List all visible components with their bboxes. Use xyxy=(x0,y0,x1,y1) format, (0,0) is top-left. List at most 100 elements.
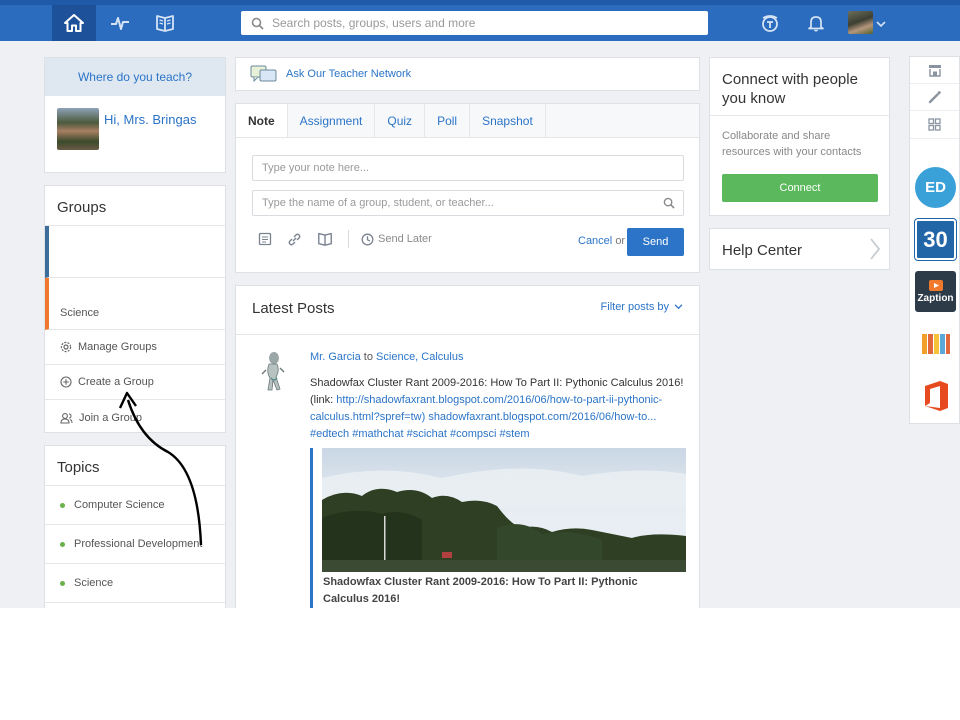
filter-posts-dropdown[interactable]: Filter posts by xyxy=(601,301,683,313)
connect-title: Connect with people you know xyxy=(710,58,889,116)
group-name: Science xyxy=(60,307,100,319)
help-center-label: Help Center xyxy=(722,241,803,259)
topics-title: Topics xyxy=(45,446,225,486)
library-nav-button[interactable] xyxy=(143,5,187,41)
topic-item[interactable]: Science xyxy=(45,564,225,603)
manage-groups-link[interactable]: Manage Groups xyxy=(45,330,225,365)
notifications-nav-button[interactable] xyxy=(794,5,838,41)
create-group-link[interactable]: Create a Group xyxy=(45,365,225,400)
help-center-card[interactable]: Help Center xyxy=(709,228,890,270)
wrench-icon xyxy=(928,91,941,104)
or-text: or xyxy=(615,235,626,247)
group-item-science[interactable]: Science xyxy=(45,278,225,330)
where-do-you-teach-link[interactable]: Where do you teach? xyxy=(45,58,225,96)
topic-label: Science xyxy=(74,577,114,589)
topic-item[interactable]: Professional Development xyxy=(45,525,225,564)
connect-button[interactable]: Connect xyxy=(722,174,878,202)
connect-card: Connect with people you know Collaborate… xyxy=(709,57,890,216)
note-input[interactable]: Type your note here... xyxy=(252,155,684,181)
composer-tabs: Note Assignment Quiz Poll Snapshot xyxy=(236,104,699,138)
post-short-url-link[interactable]: shadowfaxrant.blogspot.com/2016/06/how-t… xyxy=(428,411,656,423)
tab-note[interactable]: Note xyxy=(236,104,288,137)
post-to-text: to xyxy=(363,351,373,363)
topic-bullet xyxy=(60,502,65,508)
plus-circle-icon xyxy=(60,376,72,388)
topic-bullet xyxy=(60,541,65,547)
group-item-blue[interactable] xyxy=(45,226,225,278)
send-later-button[interactable]: Send Later xyxy=(361,233,432,246)
search-input[interactable] xyxy=(272,16,692,30)
profile-avatar[interactable] xyxy=(57,108,99,150)
clock-icon xyxy=(361,233,374,245)
books-app-icon[interactable] xyxy=(915,323,956,364)
app-screen: Where do you teach? Hi, Mrs. Bringas Gro… xyxy=(0,0,960,608)
edpuzzle-app-icon[interactable]: ED xyxy=(915,167,956,208)
latest-posts-card: Latest Posts Filter posts by Mr. Garcia … xyxy=(235,285,700,608)
topic-label: Professional Development xyxy=(74,538,203,550)
tab-quiz[interactable]: Quiz xyxy=(375,104,426,137)
help-center-link[interactable]: Help Center xyxy=(710,229,889,271)
post-groups-link[interactable]: Science, Calculus xyxy=(376,351,463,363)
latest-posts-title: Latest Posts xyxy=(252,300,335,317)
top-nav-bar xyxy=(0,0,960,41)
preview-image[interactable] xyxy=(322,448,686,572)
books-icon xyxy=(921,333,950,354)
chat-bubbles-icon xyxy=(250,65,277,83)
toolbar-divider xyxy=(348,230,349,248)
activity-nav-button[interactable] xyxy=(98,5,142,41)
zaption-app-icon[interactable]: Zaption xyxy=(915,271,956,312)
30-hands-app-label: 30 xyxy=(923,226,948,252)
home-nav-button[interactable] xyxy=(52,5,96,41)
topics-card: Topics Computer Science Professional Dev… xyxy=(44,445,226,608)
chevron-down-icon xyxy=(674,304,683,310)
backpack-nav-button[interactable] xyxy=(748,5,792,41)
author-avatar[interactable] xyxy=(258,350,288,394)
filter-posts-label: Filter posts by xyxy=(600,301,669,313)
chevron-right-icon xyxy=(870,238,881,260)
file-icon[interactable] xyxy=(258,232,272,246)
30-hands-app-icon[interactable]: 30 xyxy=(914,218,957,261)
post-author-link[interactable]: Mr. Garcia xyxy=(310,351,361,363)
chevron-down-icon[interactable] xyxy=(876,17,886,31)
topic-bullet xyxy=(60,580,65,586)
search-icon xyxy=(251,17,264,30)
home-icon xyxy=(64,14,84,32)
users-icon xyxy=(60,412,73,424)
create-group-label: Create a Group xyxy=(78,376,154,388)
send-later-label: Send Later xyxy=(378,233,432,245)
tab-poll[interactable]: Poll xyxy=(425,104,471,137)
teacher-network-card: Ask Our Teacher Network xyxy=(235,57,700,91)
office-app-icon[interactable] xyxy=(915,375,956,416)
preview-title-link[interactable]: Shadowfax Cluster Rant 2009-2016: How To… xyxy=(323,574,685,608)
cancel-button[interactable]: Cancel xyxy=(578,235,612,247)
greeting-link[interactable]: Hi, Mrs. Bringas xyxy=(104,112,196,150)
bell-icon xyxy=(808,16,824,32)
tab-assignment[interactable]: Assignment xyxy=(288,104,376,137)
post-hashtags[interactable]: #edtech #mathchat #scichat #compsci #ste… xyxy=(310,426,686,443)
ask-teacher-network-link[interactable]: Ask Our Teacher Network xyxy=(236,58,699,90)
composer-toolbar: Send Later xyxy=(258,230,432,248)
post-header: Mr. Garcia to Science, Calculus xyxy=(310,351,463,363)
app-store-button[interactable] xyxy=(910,57,959,84)
composer-card: Note Assignment Quiz Poll Snapshot Type … xyxy=(235,103,700,273)
library-icon[interactable] xyxy=(317,232,333,246)
backpack-icon xyxy=(762,15,778,32)
app-rail: ED 30 Zaption xyxy=(909,56,960,424)
tab-snapshot[interactable]: Snapshot xyxy=(470,104,546,137)
manage-groups-label: Manage Groups xyxy=(78,341,157,353)
cancel-area: Cancel or xyxy=(578,235,625,247)
tools-button[interactable] xyxy=(910,84,959,111)
send-button[interactable]: Send xyxy=(627,228,684,256)
office-icon xyxy=(924,380,948,411)
user-avatar-menu[interactable] xyxy=(848,11,873,34)
apps-grid-button[interactable] xyxy=(910,111,959,139)
link-preview[interactable]: Shadowfax Cluster Rant 2009-2016: How To… xyxy=(310,448,686,608)
join-group-link[interactable]: Join a Group xyxy=(45,400,225,435)
zaption-app-label: Zaption xyxy=(917,292,954,304)
recipient-placeholder: Type the name of a group, student, or te… xyxy=(262,197,494,209)
groups-card: Groups Science Manage Groups Create a Gr… xyxy=(44,185,226,433)
recipient-input[interactable]: Type the name of a group, student, or te… xyxy=(252,190,684,216)
topic-item[interactable]: Computer Science xyxy=(45,486,225,525)
profile-row: Hi, Mrs. Bringas xyxy=(45,96,225,162)
link-icon[interactable] xyxy=(287,232,302,247)
